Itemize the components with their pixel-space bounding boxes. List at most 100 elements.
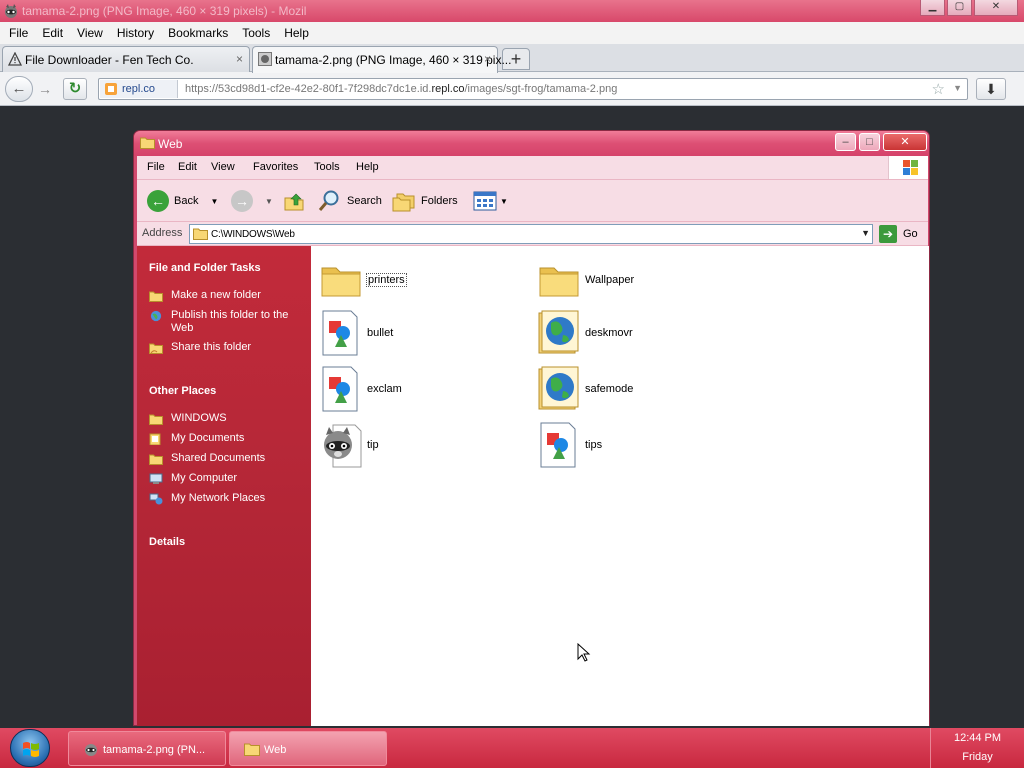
explorer-toolbar: ← Back ▼ → ▼ Search Folders ▼ [137,180,928,222]
bookmark-star-icon[interactable]: ☆ [932,80,945,98]
menu-help[interactable]: Help [277,22,316,44]
start-button[interactable] [10,729,50,767]
menu-file[interactable]: File [2,22,35,44]
task-publish-to-web[interactable]: Publish this folder to the Web [149,309,301,335]
file-item-safemode[interactable]: safemode [537,365,737,415]
file-item-exclam[interactable]: exclam [319,365,519,415]
explorer-close-button[interactable]: ✕ [883,133,927,151]
windows-logo-icon [888,156,928,179]
menu-tools[interactable]: Tools [235,22,277,44]
taskbar-firefox-button[interactable]: tamama-2.png (PN... [68,731,226,766]
place-shared-documents[interactable]: Shared Documents [149,452,301,465]
menu-bookmarks[interactable]: Bookmarks [161,22,235,44]
site-identity-button[interactable]: repl.co [100,80,178,98]
file-name: printers [366,273,407,287]
url-dropdown-icon[interactable]: ▼ [953,83,962,93]
computer-icon [149,473,163,484]
toolbar-back-button[interactable]: ← Back ▼ [147,188,218,214]
image-thumbnail-icon [258,52,272,66]
download-arrow-icon: ⬇ [985,81,997,97]
forward-button[interactable]: → [35,80,55,98]
reload-button[interactable]: ↻ [63,78,87,100]
explorer-menu-favorites[interactable]: Favorites [253,161,298,173]
toolbar-folders-button[interactable]: Folders [392,188,458,214]
file-name: bullet [367,327,394,339]
menu-edit[interactable]: Edit [35,22,70,44]
address-input[interactable]: C:\WINDOWS\Web ▼ [189,224,873,244]
task-make-new-folder[interactable]: Make a new folder [149,289,301,302]
folder-icon [149,414,163,425]
views-dropdown-icon[interactable]: ▼ [500,197,508,206]
minimize-button[interactable]: ▁ [920,0,945,16]
taskbar: tamama-2.png (PN... Web 12:44 PM Friday [0,728,1024,768]
back-dropdown-icon[interactable]: ▼ [210,197,218,206]
details-heading[interactable]: Details [149,536,185,548]
taskbar-button-label: tamama-2.png (PN... [103,744,206,756]
file-item-wallpaper[interactable]: Wallpaper [537,256,737,306]
file-name: tips [585,439,603,451]
explorer-window-title: Web [158,137,183,151]
address-dropdown-icon[interactable]: ▼ [861,228,870,238]
close-button[interactable]: ✕ [974,0,1018,16]
explorer-menu-edit[interactable]: Edit [178,161,197,173]
file-folder-tasks-heading[interactable]: File and Folder Tasks [149,262,261,274]
other-places-heading[interactable]: Other Places [149,385,216,397]
folder-up-icon [284,193,304,211]
image-file-icon [322,310,358,356]
tab-close-icon[interactable]: × [236,52,243,66]
clock-day: Friday [962,751,993,763]
go-button[interactable]: ➔ Go [879,224,918,244]
tab-file-downloader[interactable]: File Downloader - Fen Tech Co. × [2,46,250,72]
raccoon-image-icon [324,424,362,468]
explorer-maximize-button[interactable]: □ [859,133,880,151]
explorer-minimize-button[interactable]: – [835,133,856,151]
place-windows[interactable]: WINDOWS [149,412,301,425]
url-text[interactable]: https://53cd98d1-cf2e-42e2-80f1-7f298dc7… [185,83,617,95]
task-share-folder[interactable]: Share this folder [149,341,301,354]
arrow-right-icon: → [38,81,52,97]
new-folder-icon [149,291,163,302]
browser-window-title: tamama-2.png (PNG Image, 460 × 319 pixel… [22,4,307,18]
system-tray-clock[interactable]: 12:44 PM Friday [930,728,1024,768]
toolbar-forward-button[interactable]: → ▼ [231,188,273,214]
tab-close-icon[interactable]: × [484,52,491,66]
place-my-documents[interactable]: My Documents [149,432,301,445]
downloads-button[interactable]: ⬇ [976,78,1006,100]
back-button[interactable]: ← [5,76,33,102]
file-item-tip[interactable]: tip [319,421,519,471]
taskbar-explorer-button[interactable]: Web [229,731,387,766]
task-label: Make a new folder [171,289,261,301]
search-icon [318,190,339,211]
file-item-deskmovr[interactable]: deskmovr [537,309,737,359]
toolbar-views-button[interactable]: ▼ [473,188,508,214]
explorer-menu-file[interactable]: File [147,161,165,173]
explorer-menu-tools[interactable]: Tools [314,161,340,173]
file-name: Wallpaper [585,274,635,286]
toolbar-search-label: Search [347,195,382,207]
mouse-pointer-icon [577,643,591,662]
menu-view[interactable]: View [70,22,110,44]
tab-label: File Downloader - Fen Tech Co. [25,53,194,67]
place-label: WINDOWS [171,412,227,424]
explorer-menu-view[interactable]: View [211,161,235,173]
place-my-computer[interactable]: My Computer [149,472,301,485]
raccoon-app-icon [85,744,97,756]
folder-icon [244,743,260,756]
file-item-printers[interactable]: printers [319,256,519,306]
file-name: deskmovr [585,327,633,339]
file-item-tips[interactable]: tips [537,421,737,471]
file-item-bullet[interactable]: bullet [319,309,519,359]
menu-history[interactable]: History [110,22,161,44]
place-my-network-places[interactable]: My Network Places [149,492,301,505]
tab-tamama-image[interactable]: tamama-2.png (PNG Image, 460 × 319 pix..… [252,46,511,73]
site-identity-label: repl.co [122,83,156,95]
forward-arrow-icon: → [231,190,253,212]
forward-dropdown-icon[interactable]: ▼ [265,197,273,206]
url-bar[interactable]: repl.co https://53cd98d1-cf2e-42e2-80f1-… [98,78,968,100]
toolbar-search-button[interactable]: Search [317,188,382,214]
maximize-button[interactable]: ▢ [947,0,972,16]
toolbar-up-button[interactable] [283,188,305,214]
go-arrow-icon: ➔ [879,225,897,243]
explorer-menu-help[interactable]: Help [356,161,379,173]
go-label: Go [903,228,918,240]
